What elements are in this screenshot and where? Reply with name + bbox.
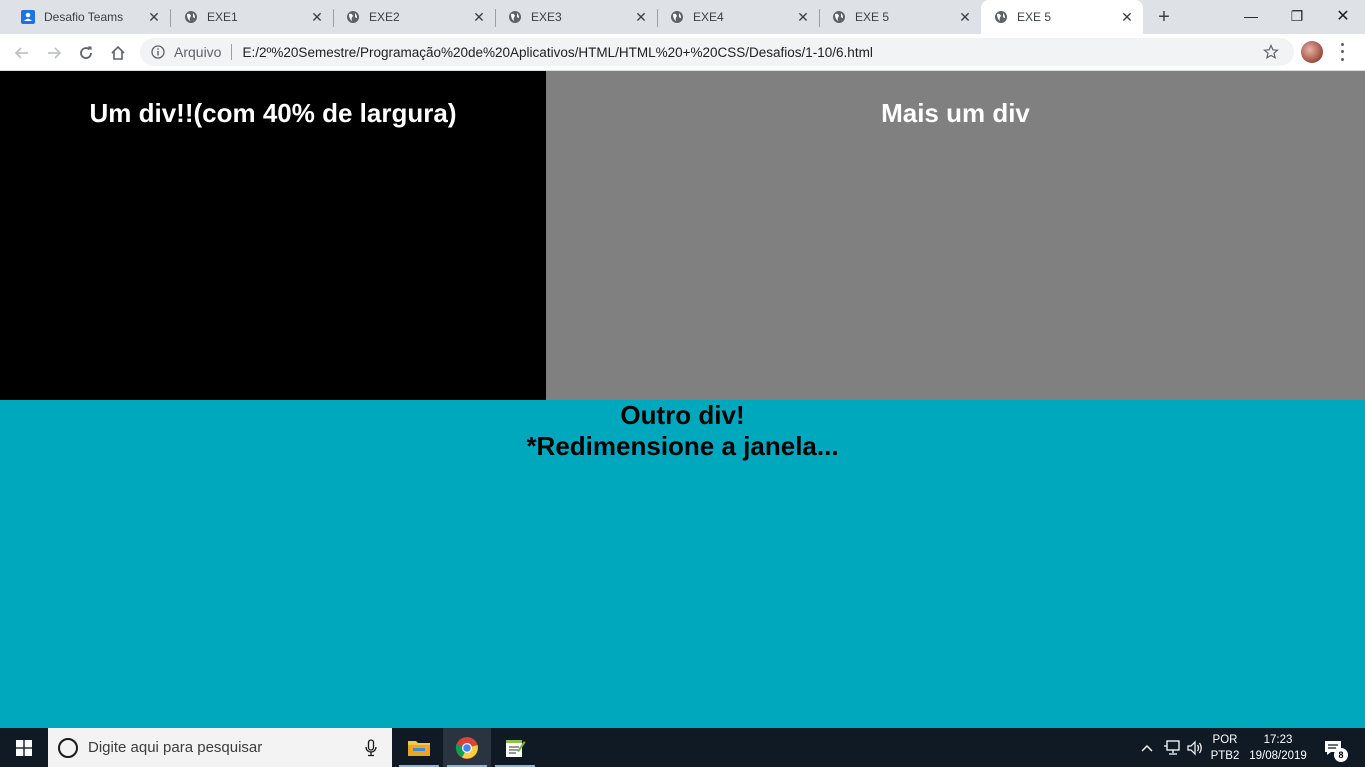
arrow-left-icon xyxy=(14,47,28,59)
div3-line1: Outro div! xyxy=(620,400,745,430)
notification-count-badge: 8 xyxy=(1334,748,1348,762)
div3-line2: *Redimensione a janela... xyxy=(526,431,839,461)
close-icon[interactable]: ✕ xyxy=(144,7,164,27)
close-icon[interactable]: ✕ xyxy=(631,7,651,27)
div1-heading: Um div!!(com 40% de largura) xyxy=(89,98,457,128)
tab-exe1[interactable]: EXE1 ✕ xyxy=(171,0,333,34)
chevron-up-icon xyxy=(1141,744,1153,751)
url-text[interactable]: E:/2º%20Semestre/Programação%20de%20Apli… xyxy=(242,45,872,60)
tab-desafio-teams[interactable]: Desafio Teams ✕ xyxy=(8,0,170,34)
windows-taskbar: Digite aqui para pesquisar POR PTB2 17:2… xyxy=(0,728,1365,767)
tab-title: EXE4 xyxy=(693,10,724,24)
language-bottom: PTB2 xyxy=(1210,749,1240,762)
kebab-menu-icon[interactable] xyxy=(1334,41,1350,63)
restore-button[interactable]: ❐ xyxy=(1274,0,1320,32)
browser-toolbar: Arquivo E:/2º%20Semestre/Programação%20d… xyxy=(0,34,1365,71)
globe-icon xyxy=(507,9,523,25)
omnibox-divider xyxy=(231,44,233,60)
tab-title: EXE 5 xyxy=(1017,10,1052,24)
windows-logo-icon xyxy=(16,739,32,756)
arrow-right-icon xyxy=(48,47,62,59)
network-tray[interactable] xyxy=(1160,728,1184,767)
div2-heading: Mais um div xyxy=(881,98,1030,128)
tab-title: EXE3 xyxy=(531,10,562,24)
start-button[interactable] xyxy=(0,728,48,767)
div-gray: Mais um div xyxy=(546,71,1365,400)
language-top: POR xyxy=(1212,733,1238,746)
close-icon[interactable]: ✕ xyxy=(793,7,813,27)
bookmark-star-icon[interactable] xyxy=(1262,43,1280,61)
home-icon xyxy=(111,45,125,60)
window-close-button[interactable]: ✕ xyxy=(1320,0,1365,32)
reload-button[interactable] xyxy=(72,39,100,67)
taskbar-chrome[interactable] xyxy=(443,728,491,767)
globe-icon xyxy=(831,9,847,25)
reload-icon xyxy=(80,46,92,59)
speaker-icon xyxy=(1187,740,1202,755)
network-icon xyxy=(1164,739,1180,755)
microphone-icon[interactable] xyxy=(364,739,378,757)
close-icon[interactable]: ✕ xyxy=(955,7,975,27)
tab-title: Desafio Teams xyxy=(44,10,124,24)
div-black-40-percent: Um div!!(com 40% de largura) xyxy=(0,71,546,400)
clock-date: 19/08/2019 xyxy=(1249,749,1307,762)
globe-icon xyxy=(345,9,361,25)
minimize-button[interactable]: — xyxy=(1228,0,1274,32)
close-icon[interactable]: ✕ xyxy=(469,7,489,27)
clock[interactable]: 17:23 19/08/2019 xyxy=(1244,728,1312,767)
div-cyan: Outro div! *Redimensione a janela... xyxy=(0,400,1365,728)
taskbar-editor-app[interactable] xyxy=(491,728,539,767)
close-icon[interactable]: ✕ xyxy=(307,7,327,27)
clock-time: 17:23 xyxy=(1263,733,1293,746)
volume-tray[interactable] xyxy=(1184,728,1206,767)
taskbar-search[interactable]: Digite aqui para pesquisar xyxy=(48,728,392,767)
language-indicator[interactable]: POR PTB2 xyxy=(1206,728,1244,767)
div3-heading: Outro div! *Redimensione a janela... xyxy=(0,400,1365,462)
show-hidden-icons[interactable] xyxy=(1138,728,1156,767)
taskbar-file-explorer[interactable] xyxy=(395,728,443,767)
globe-icon xyxy=(993,9,1009,25)
close-icon[interactable]: ✕ xyxy=(1117,7,1137,27)
cortana-icon xyxy=(58,737,78,758)
tab-strip: Desafio Teams ✕ EXE1 ✕ EXE2 ✕ EXE3 ✕ EXE… xyxy=(0,0,1365,34)
tab-exe3[interactable]: EXE3 ✕ xyxy=(495,0,657,34)
forward-button[interactable] xyxy=(40,39,68,67)
home-button[interactable] xyxy=(104,39,132,67)
scheme-label: Arquivo xyxy=(174,44,222,60)
address-bar[interactable]: Arquivo E:/2º%20Semestre/Programação%20d… xyxy=(140,38,1294,66)
folder-icon xyxy=(408,740,430,756)
notepad-plus-icon xyxy=(506,739,526,757)
chrome-icon xyxy=(455,736,478,759)
tab-exe4[interactable]: EXE4 ✕ xyxy=(657,0,819,34)
new-tab-button[interactable]: + xyxy=(1152,5,1176,29)
tab-exe5[interactable]: EXE 5 ✕ xyxy=(819,0,981,34)
profile-avatar[interactable] xyxy=(1301,41,1323,63)
tab-title: EXE 5 xyxy=(855,10,890,24)
tab-exe5-active[interactable]: EXE 5 ✕ xyxy=(981,0,1143,34)
info-icon[interactable] xyxy=(150,44,166,60)
tab-title: EXE1 xyxy=(207,10,238,24)
globe-icon xyxy=(669,9,685,25)
back-button[interactable] xyxy=(8,39,36,67)
action-center-button[interactable] xyxy=(1316,728,1350,767)
tab-exe2[interactable]: EXE2 ✕ xyxy=(333,0,495,34)
tab-title: EXE2 xyxy=(369,10,400,24)
teams-icon xyxy=(20,9,36,25)
globe-icon xyxy=(183,9,199,25)
page-viewport: Um div!!(com 40% de largura) Mais um div… xyxy=(0,71,1365,728)
search-placeholder: Digite aqui para pesquisar xyxy=(88,739,263,756)
